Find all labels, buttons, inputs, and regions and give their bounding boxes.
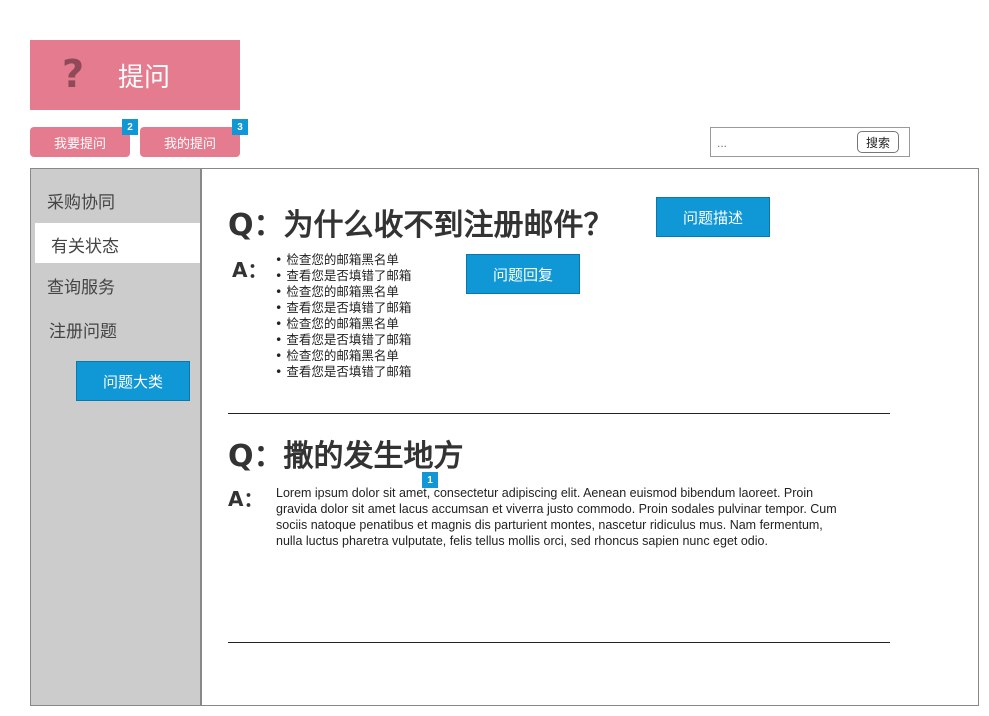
question-title-2: Q：撒的发生地方 — [228, 439, 464, 474]
search-input[interactable] — [715, 132, 859, 154]
search-box: 搜索 — [710, 127, 910, 157]
describe-button[interactable]: 问题描述 — [656, 197, 770, 237]
sidebar-item-procurement[interactable]: 采购协同 — [47, 188, 115, 213]
answer-item: 查看您是否填错了邮箱 — [275, 364, 411, 380]
divider — [228, 642, 890, 643]
answer-list-1: 检查您的邮箱黑名单 查看您是否填错了邮箱 检查您的邮箱黑名单 查看您是否填错了邮… — [275, 252, 411, 380]
reply-button[interactable]: 问题回复 — [466, 254, 580, 294]
answer-text-2: Lorem ipsum dolor sit amet, consectetur … — [276, 486, 837, 548]
sidebar-item-registration[interactable]: 注册问题 — [49, 317, 117, 342]
answer-item: 检查您的邮箱黑名单 — [275, 284, 411, 300]
sidebar: 采购协同 有关状态 查询服务 注册问题 问题大类 — [30, 168, 235, 706]
my-questions-button[interactable]: 我的提问 — [140, 127, 240, 157]
answer-label-2: A： — [228, 487, 264, 511]
divider — [228, 413, 890, 414]
question-mark-icon: ? — [62, 52, 85, 96]
ask-question-label: 我要提问 — [53, 136, 106, 152]
answer-item: 查看您是否填错了邮箱 — [275, 332, 411, 348]
answer-item: 检查您的邮箱黑名单 — [275, 252, 411, 268]
my-questions-label: 我的提问 — [163, 136, 216, 152]
question-title-1: Q：为什么收不到注册邮件？ — [228, 208, 614, 243]
answer-item: 检查您的邮箱黑名单 — [275, 348, 411, 364]
sidebar-item-query-service[interactable]: 查询服务 — [47, 273, 115, 298]
ask-question-badge: 2 — [122, 119, 138, 135]
ask-question-button[interactable]: 我要提问 — [30, 127, 130, 157]
my-questions-badge: 3 — [232, 119, 248, 135]
answer-item: 查看您是否填错了邮箱 — [275, 300, 411, 316]
category-button[interactable]: 问题大类 — [76, 361, 190, 401]
header-logo: ? 提问 — [30, 40, 240, 110]
sidebar-item-status-label: 有关状态 — [51, 237, 119, 257]
answer-item: 检查您的邮箱黑名单 — [275, 316, 411, 332]
page-title: 提问 — [118, 63, 171, 93]
answer-label-1: A： — [232, 258, 268, 282]
search-button[interactable]: 搜索 — [857, 131, 899, 153]
answer-item: 查看您是否填错了邮箱 — [275, 268, 411, 284]
